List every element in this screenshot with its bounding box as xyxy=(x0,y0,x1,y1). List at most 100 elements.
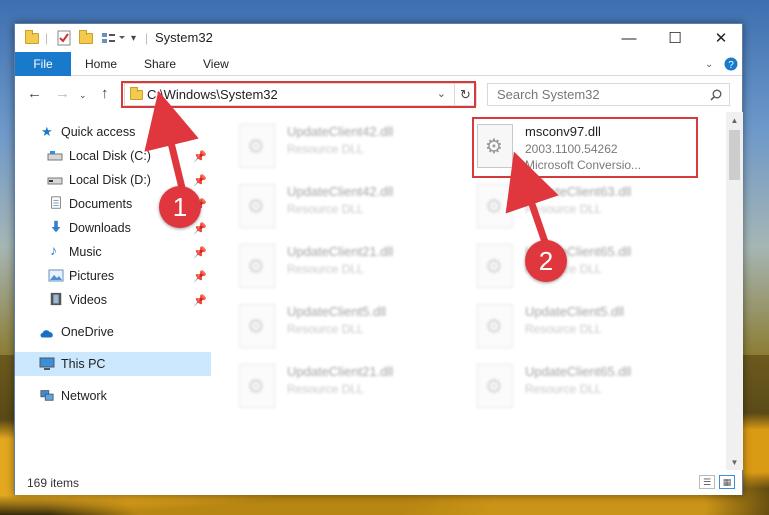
scroll-down-icon[interactable]: ▼ xyxy=(726,454,743,470)
file-name: UpdateClient65.dll xyxy=(525,364,632,379)
dll-file-icon: ⚙ xyxy=(239,244,275,288)
file-type: Resource DLL xyxy=(525,202,602,216)
sidebar-item-label: Pictures xyxy=(69,269,115,283)
title-bar: | ▾ | System32 — ☐ ✕ xyxy=(15,24,742,52)
folder-icon xyxy=(25,29,39,47)
network-icon xyxy=(40,390,54,401)
maximize-button[interactable]: ☐ xyxy=(652,24,698,52)
sidebar-item-label: Local Disk (D:) xyxy=(69,173,151,187)
sidebar-item-label: Local Disk (C:) xyxy=(69,149,151,163)
search-icon xyxy=(710,89,722,101)
vertical-scrollbar[interactable]: ▲ ▼ xyxy=(726,112,743,470)
item-count: 169 items xyxy=(27,476,80,490)
pictures-icon xyxy=(48,269,64,282)
file-item[interactable]: ⚙ UpdateClient5.dll Resource DLL xyxy=(477,300,707,356)
file-item[interactable]: ⚙ UpdateClient42.dll Resource DLL xyxy=(239,120,469,176)
file-item[interactable]: ⚙ UpdateClient5.dll Resource DLL xyxy=(239,300,469,356)
tab-home[interactable]: Home xyxy=(85,52,117,76)
sidebar-item-videos[interactable]: Videos 📌 xyxy=(15,288,211,312)
file-item[interactable]: ⚙ UpdateClient63.dll Resource DLL xyxy=(477,180,707,236)
file-item[interactable]: ⚙ UpdateClient42.dll Resource DLL xyxy=(239,180,469,236)
dll-file-icon: ⚙ xyxy=(477,244,513,288)
sidebar-item-pictures[interactable]: Pictures 📌 xyxy=(15,264,211,288)
file-name: UpdateClient63.dll xyxy=(525,184,632,199)
quick-access-dropdown-icon[interactable]: ▾ xyxy=(131,29,136,47)
customize-toolbar-icon[interactable] xyxy=(101,29,127,47)
tab-file[interactable]: File xyxy=(15,52,71,76)
properties-icon[interactable] xyxy=(57,29,71,47)
separator: | xyxy=(145,31,149,45)
help-icon[interactable]: ? xyxy=(724,52,738,76)
tab-share[interactable]: Share xyxy=(144,52,176,76)
sidebar-item-music[interactable]: ♪ Music 📌 xyxy=(15,240,211,264)
file-type: Resource DLL xyxy=(287,262,364,276)
sidebar-item-quick-access[interactable]: ★ Quick access xyxy=(15,120,211,144)
documents-icon xyxy=(51,196,61,209)
pin-icon: 📌 xyxy=(193,270,207,283)
up-arrow-icon[interactable]: ↑ xyxy=(101,85,109,102)
file-type: Resource DLL xyxy=(525,322,602,336)
details-view-icon[interactable]: ☰ xyxy=(699,475,715,489)
music-icon: ♪ xyxy=(50,242,57,258)
pin-icon: 📌 xyxy=(193,294,207,307)
sidebar-item-label: Music xyxy=(69,245,102,259)
drive-icon xyxy=(47,177,63,185)
sidebar-item-onedrive[interactable]: OneDrive xyxy=(15,320,211,344)
sidebar-item-label: Documents xyxy=(69,197,133,211)
download-icon xyxy=(51,220,61,233)
file-item[interactable]: ⚙ UpdateClient21.dll Resource DLL xyxy=(239,360,469,416)
file-type: Resource DLL xyxy=(287,382,364,396)
svg-text:?: ? xyxy=(728,60,734,71)
file-name: UpdateClient21.dll xyxy=(287,364,394,379)
sidebar-item-label: Downloads xyxy=(69,221,131,235)
dll-file-icon: ⚙ xyxy=(477,184,513,228)
cloud-icon xyxy=(40,330,53,338)
file-type: Resource DLL xyxy=(525,382,602,396)
dll-file-icon: ⚙ xyxy=(477,304,513,348)
dll-file-icon: ⚙ xyxy=(239,124,275,168)
search-placeholder: Search System32 xyxy=(497,87,600,102)
file-name: UpdateClient21.dll xyxy=(287,244,394,259)
drive-icon xyxy=(47,151,63,161)
recent-locations-icon[interactable]: ⌄ xyxy=(79,90,87,101)
close-button[interactable]: ✕ xyxy=(698,24,744,52)
minimize-button[interactable]: — xyxy=(606,24,652,52)
step-1-badge: 1 xyxy=(159,186,201,228)
tab-view[interactable]: View xyxy=(203,52,229,76)
pin-icon: 📌 xyxy=(193,222,207,235)
new-folder-icon[interactable] xyxy=(79,29,93,47)
search-input[interactable]: Search System32 xyxy=(487,83,730,106)
file-item[interactable]: ⚙ UpdateClient21.dll Resource DLL xyxy=(239,240,469,296)
scroll-up-icon[interactable]: ▲ xyxy=(726,112,743,128)
dll-file-icon: ⚙ xyxy=(239,364,275,408)
sidebar-item-local-disk-c[interactable]: Local Disk (C:) 📌 xyxy=(15,144,211,168)
forward-arrow-icon[interactable]: → xyxy=(55,85,70,102)
window-title: System32 xyxy=(155,30,213,45)
separator: | xyxy=(45,31,49,45)
file-highlight xyxy=(472,117,698,178)
large-icons-view-icon[interactable]: ▦ xyxy=(719,475,735,489)
computer-icon xyxy=(39,357,55,370)
file-name: UpdateClient5.dll xyxy=(287,304,387,319)
step-2-badge: 2 xyxy=(525,240,567,282)
pin-icon: 📌 xyxy=(193,246,207,259)
expand-ribbon-icon[interactable]: ⌄ xyxy=(705,52,713,76)
file-type: Resource DLL xyxy=(287,202,364,216)
status-bar: 169 items ☰ ▦ xyxy=(15,470,742,495)
file-item[interactable]: ⚙ UpdateClient65.dll Resource DLL xyxy=(477,360,707,416)
file-name: UpdateClient42.dll xyxy=(287,184,394,199)
sidebar-item-network[interactable]: Network xyxy=(15,384,211,408)
dll-file-icon: ⚙ xyxy=(239,304,275,348)
file-name: UpdateClient5.dll xyxy=(525,304,625,319)
file-type: Resource DLL xyxy=(287,322,364,336)
star-icon: ★ xyxy=(41,124,53,139)
file-name: UpdateClient42.dll xyxy=(287,124,394,139)
scroll-thumb[interactable] xyxy=(729,130,740,180)
file-item[interactable]: ⚙ UpdateClient65.dll Resource DLL xyxy=(477,240,707,296)
navigation-pane: ★ Quick access Local Disk (C:) 📌 Local D… xyxy=(15,112,211,470)
address-bar-highlight xyxy=(121,81,476,108)
sidebar-item-this-pc[interactable]: This PC xyxy=(15,352,211,376)
dll-file-icon: ⚙ xyxy=(239,184,275,228)
back-arrow-icon[interactable]: ← xyxy=(27,85,42,102)
dll-file-icon: ⚙ xyxy=(477,364,513,408)
